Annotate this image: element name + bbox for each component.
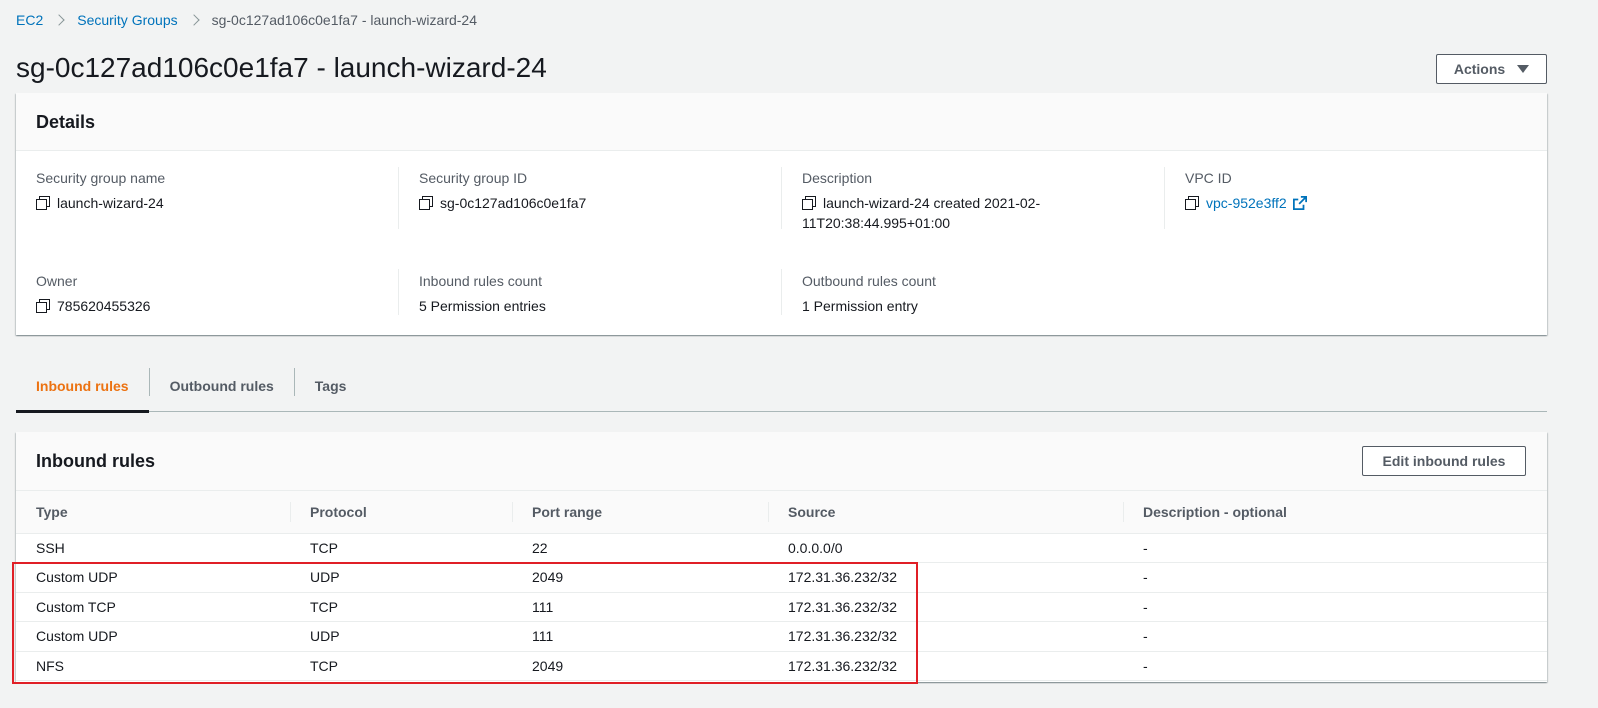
- table-header-row: Type Protocol Port range Source Descript…: [16, 491, 1547, 534]
- column-divider: [781, 167, 782, 229]
- cell-port-range: 111: [512, 621, 768, 652]
- field-inbound-rules-count: Inbound rules count 5 Permission entries: [419, 272, 779, 316]
- breadcrumb-current: sg-0c127ad106c0e1fa7 - launch-wizard-24: [211, 12, 478, 28]
- cell-type: NFS: [16, 651, 290, 681]
- page-title: sg-0c127ad106c0e1fa7 - launch-wizard-24: [16, 52, 547, 83]
- cell-description: -: [1123, 651, 1547, 681]
- column-divider: [398, 269, 399, 315]
- copy-icon[interactable]: [36, 299, 50, 313]
- field-value: launch-wizard-24: [36, 193, 396, 213]
- cell-port-range: 22: [512, 533, 768, 563]
- field-value: launch-wizard-24 created 2021-02-: [802, 193, 1162, 213]
- cell-protocol: TCP: [290, 592, 512, 622]
- cell-source: 172.31.36.232/32: [768, 592, 1123, 622]
- security-group-name-value: launch-wizard-24: [57, 195, 164, 211]
- cell-type: Custom UDP: [16, 562, 290, 593]
- cell-port-range: 111: [512, 592, 768, 622]
- field-label: Description: [802, 170, 873, 186]
- field-vpc-id: VPC ID vpc-952e3ff2: [1185, 169, 1545, 213]
- copy-icon[interactable]: [802, 196, 816, 210]
- field-security-group-name: Security group name launch-wizard-24: [36, 169, 396, 213]
- column-header-description[interactable]: Description - optional: [1123, 491, 1547, 534]
- cell-description: -: [1123, 621, 1547, 652]
- column-divider: [781, 269, 782, 315]
- field-description: Description launch-wizard-24 created 202…: [802, 169, 1162, 233]
- field-value: 5 Permission entries: [419, 298, 546, 314]
- edit-inbound-rules-button[interactable]: Edit inbound rules: [1362, 446, 1526, 476]
- field-label: Inbound rules count: [419, 273, 542, 289]
- column-header-type[interactable]: Type: [16, 491, 290, 534]
- cell-type: Custom UDP: [16, 621, 290, 652]
- table-row[interactable]: SSH TCP 22 0.0.0.0/0 -: [16, 533, 1547, 563]
- cell-source: 172.31.36.232/32: [768, 562, 1123, 593]
- cell-description: -: [1123, 533, 1547, 563]
- field-label: Security group name: [36, 170, 166, 186]
- cell-protocol: TCP: [290, 651, 512, 681]
- details-panel: Details Security group name launch-wizar…: [16, 93, 1547, 335]
- description-line-1: launch-wizard-24 created 2021-02-: [823, 195, 1041, 211]
- field-value: vpc-952e3ff2: [1185, 193, 1545, 213]
- field-value: 785620455326: [36, 296, 396, 316]
- breadcrumb-link-ec2[interactable]: EC2: [16, 12, 43, 28]
- description-line-2: 11T20:38:44.995+01:00: [802, 215, 951, 231]
- field-label: Security group ID: [419, 170, 528, 186]
- cell-description: -: [1123, 592, 1547, 622]
- inbound-rules-panel: Inbound rules Edit inbound rules Type Pr…: [16, 432, 1547, 682]
- field-outbound-rules-count: Outbound rules count 1 Permission entry: [802, 272, 1162, 316]
- tab-outbound-rules[interactable]: Outbound rules: [150, 360, 294, 412]
- cell-type: Custom TCP: [16, 592, 290, 622]
- table-row[interactable]: NFS TCP 2049 172.31.36.232/32 -: [16, 651, 1547, 681]
- actions-button[interactable]: Actions: [1436, 54, 1547, 84]
- field-value: sg-0c127ad106c0e1fa7: [419, 193, 779, 213]
- field-label: Outbound rules count: [802, 273, 936, 289]
- cell-source: 172.31.36.232/32: [768, 621, 1123, 652]
- inbound-rules-header: Inbound rules Edit inbound rules: [16, 432, 1547, 491]
- breadcrumb-link-security-groups[interactable]: Security Groups: [77, 12, 177, 28]
- column-divider: [1164, 167, 1165, 229]
- chevron-right-icon: [187, 14, 200, 26]
- cell-port-range: 2049: [512, 562, 768, 593]
- actions-button-label: Actions: [1453, 61, 1506, 77]
- caret-down-icon: [1517, 65, 1530, 73]
- cell-protocol: UDP: [290, 562, 512, 593]
- security-group-id-value: sg-0c127ad106c0e1fa7: [440, 195, 587, 211]
- column-divider: [398, 167, 399, 229]
- field-label: Owner: [36, 273, 78, 289]
- table-row[interactable]: Custom UDP UDP 111 172.31.36.232/32 -: [16, 621, 1547, 652]
- field-label: VPC ID: [1185, 170, 1232, 186]
- description-value: launch-wizard-24 created 2021-02-: [823, 193, 1040, 213]
- copy-icon[interactable]: [419, 196, 433, 210]
- tab-tags[interactable]: Tags: [295, 360, 367, 412]
- details-heading: Details: [16, 93, 1547, 151]
- cell-source: 0.0.0.0/0: [768, 533, 1123, 563]
- field-security-group-id: Security group ID sg-0c127ad106c0e1fa7: [419, 169, 779, 213]
- copy-icon[interactable]: [36, 196, 50, 210]
- copy-icon[interactable]: [1185, 196, 1199, 210]
- cell-protocol: UDP: [290, 621, 512, 652]
- field-value: 1 Permission entry: [802, 298, 918, 314]
- inbound-rules-title: Inbound rules: [36, 451, 155, 471]
- field-owner: Owner 785620455326: [36, 272, 396, 316]
- external-link-icon[interactable]: [1292, 196, 1307, 210]
- tab-bar: Inbound rules Outbound rules Tags: [16, 360, 1547, 413]
- table-row[interactable]: Custom UDP UDP 2049 172.31.36.232/32 -: [16, 562, 1547, 593]
- chevron-right-icon: [53, 14, 65, 26]
- breadcrumb: EC2 Security Groups sg-0c127ad106c0e1fa7…: [16, 10, 477, 30]
- column-header-source[interactable]: Source: [768, 491, 1123, 534]
- cell-type: SSH: [16, 533, 290, 563]
- tab-inbound-rules[interactable]: Inbound rules: [16, 360, 149, 413]
- cell-port-range: 2049: [512, 651, 768, 681]
- cell-description: -: [1123, 562, 1547, 593]
- cell-source: 172.31.36.232/32: [768, 651, 1123, 681]
- column-header-port-range[interactable]: Port range: [512, 491, 768, 534]
- table-row[interactable]: Custom TCP TCP 111 172.31.36.232/32 -: [16, 592, 1547, 622]
- vpc-id-link[interactable]: vpc-952e3ff2: [1206, 193, 1287, 213]
- owner-value: 785620455326: [57, 298, 151, 314]
- cell-protocol: TCP: [290, 533, 512, 563]
- column-header-protocol[interactable]: Protocol: [290, 491, 512, 534]
- inbound-rules-table: Type Protocol Port range Source Descript…: [16, 491, 1547, 681]
